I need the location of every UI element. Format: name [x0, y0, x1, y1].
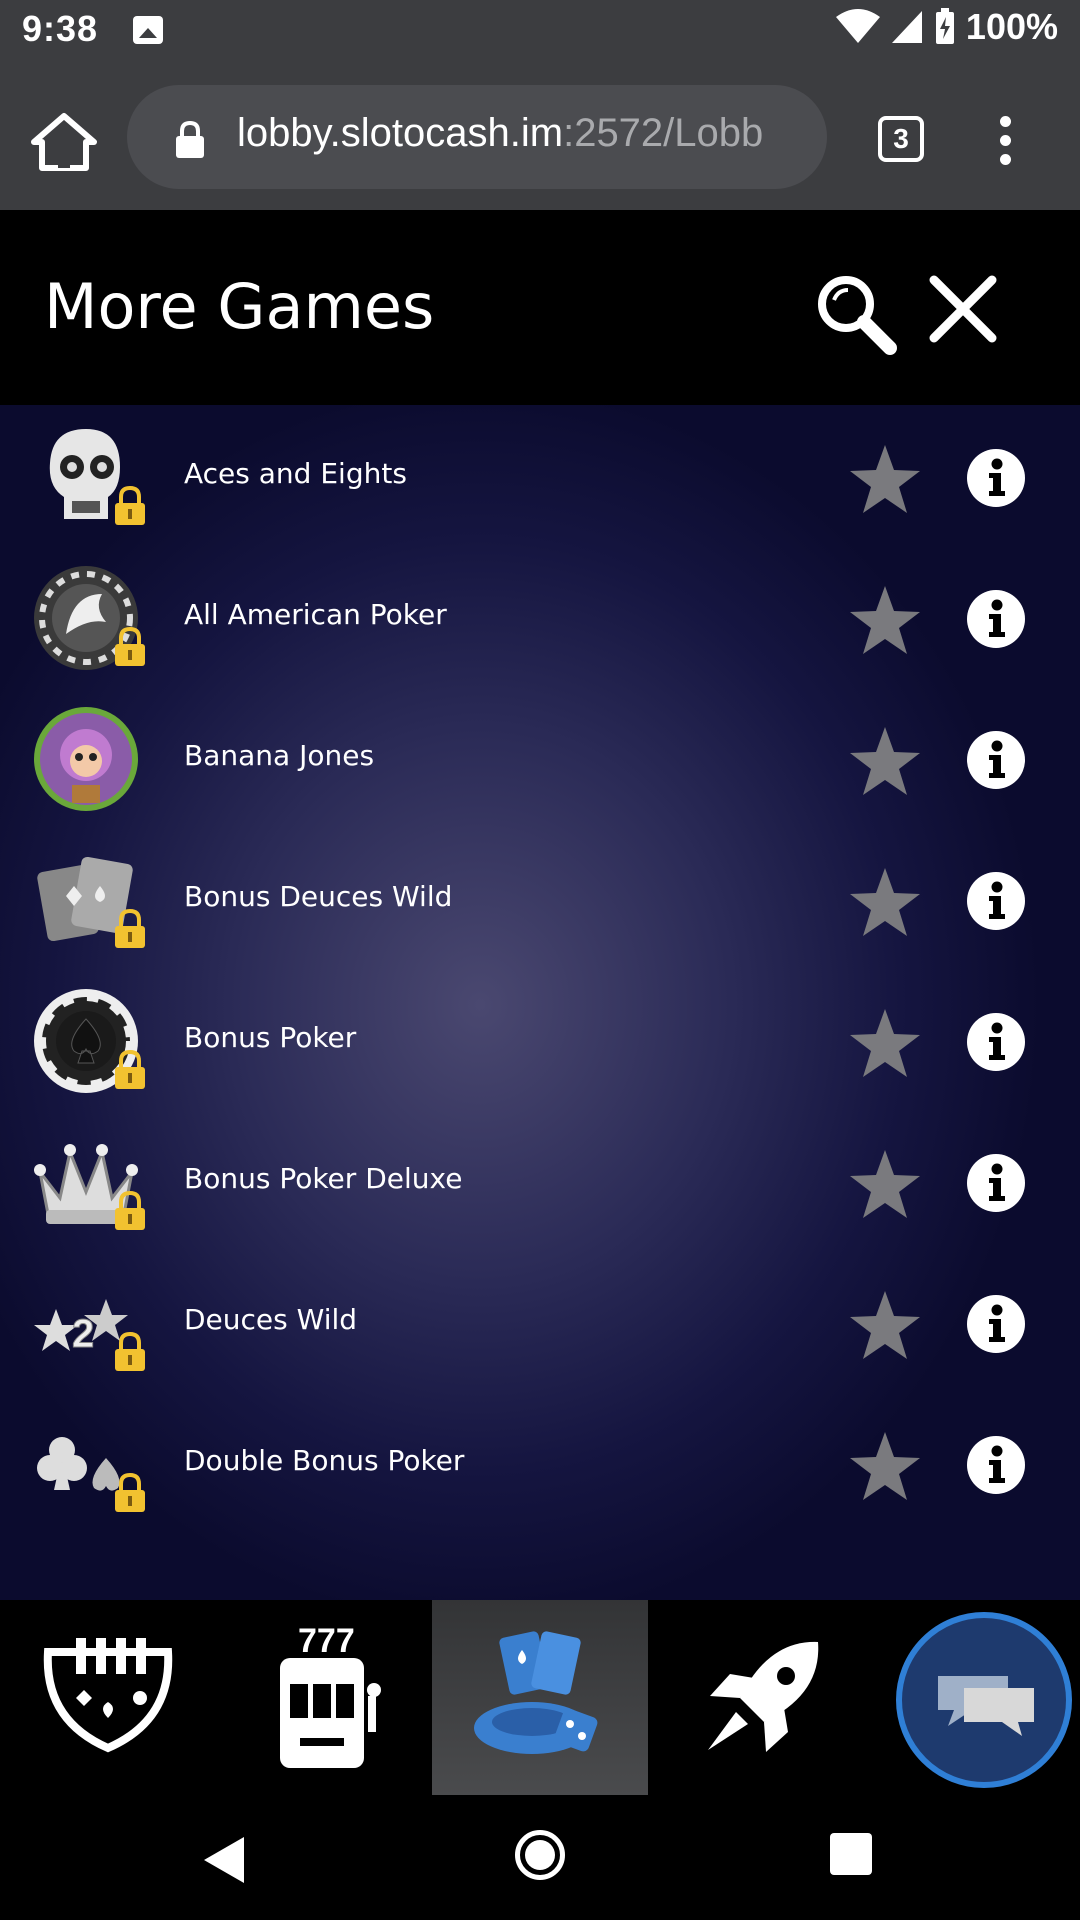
battery-charging-icon — [935, 8, 954, 44]
game-name: Banana Jones — [184, 739, 375, 772]
list-item[interactable]: Banana Jones — [0, 689, 1080, 830]
star-icon[interactable] — [848, 1007, 922, 1079]
star-icon[interactable] — [848, 584, 922, 656]
home-circle-icon[interactable] — [515, 1830, 565, 1880]
lock-icon — [112, 626, 148, 668]
star-icon[interactable] — [848, 1148, 922, 1220]
svg-text:777: 777 — [298, 1622, 355, 1660]
nav-table-games[interactable] — [0, 1600, 216, 1795]
info-icon[interactable] — [967, 872, 1025, 930]
nav-specialty[interactable] — [432, 1600, 648, 1795]
page-title: More Games — [44, 270, 435, 343]
lock-icon — [112, 1049, 148, 1091]
nav-slots[interactable]: 777 — [216, 1600, 432, 1795]
info-icon[interactable] — [967, 1436, 1025, 1494]
list-item[interactable]: All American Poker — [0, 548, 1080, 689]
home-icon[interactable] — [30, 112, 98, 172]
url-path: :2572/Lobb — [563, 111, 764, 155]
star-icon[interactable] — [848, 866, 922, 938]
close-icon[interactable] — [928, 274, 998, 344]
nav-rocket[interactable] — [648, 1600, 864, 1795]
game-name: Deuces Wild — [184, 1303, 358, 1336]
battery-percent: 100% — [965, 6, 1058, 47]
chat-icon — [938, 1676, 1034, 1736]
android-nav-bar — [0, 1795, 1080, 1920]
game-name: Bonus Deuces Wild — [184, 880, 453, 913]
star-icon[interactable] — [848, 443, 922, 515]
list-item[interactable]: Aces and Eights — [0, 407, 1080, 548]
list-item[interactable]: Bonus Deuces Wild — [0, 830, 1080, 971]
wifi-icon — [835, 9, 880, 43]
monkey-icon — [32, 705, 140, 813]
browser-toolbar: lobby.slotocash.im:2572/Lobb 3 — [0, 60, 1080, 210]
slot-machine-icon: 777 — [280, 1622, 381, 1768]
page-header: More Games — [0, 210, 1080, 405]
list-item[interactable]: Bonus Poker Deluxe — [0, 1112, 1080, 1253]
status-right: 100% — [835, 6, 1058, 48]
info-icon[interactable] — [967, 731, 1025, 789]
url-text: lobby.slotocash.im:2572/Lobb — [237, 111, 797, 156]
recents-icon[interactable] — [830, 1833, 872, 1875]
info-icon[interactable] — [967, 590, 1025, 648]
status-time: 9:38 — [22, 8, 99, 49]
game-name: Bonus Poker Deluxe — [184, 1162, 463, 1195]
info-icon[interactable] — [967, 449, 1025, 507]
game-list: Aces and Eights All American Poker Banana … — [0, 405, 1080, 1600]
rocket-icon — [708, 1641, 819, 1752]
url-bar[interactable]: lobby.slotocash.im:2572/Lobb — [127, 85, 827, 189]
info-icon[interactable] — [967, 1013, 1025, 1071]
star-icon[interactable] — [848, 1430, 922, 1502]
lock-icon — [112, 1472, 148, 1514]
game-name: Double Bonus Poker — [184, 1444, 465, 1477]
game-name: Bonus Poker — [184, 1021, 357, 1054]
lock-icon — [112, 485, 148, 527]
url-host: lobby.slotocash.im — [237, 111, 564, 155]
lock-icon — [176, 121, 204, 158]
info-icon[interactable] — [967, 1295, 1025, 1353]
image-icon — [133, 16, 163, 44]
more-vert-icon[interactable] — [995, 112, 1015, 172]
table-games-icon — [43, 1638, 173, 1753]
bottom-nav: 777 — [0, 1600, 1080, 1795]
svg-text:2: 2 — [72, 1312, 94, 1356]
tabs-icon[interactable]: 3 — [878, 116, 924, 162]
back-icon[interactable] — [200, 1835, 248, 1885]
list-item[interactable]: 2 Deuces Wild — [0, 1253, 1080, 1394]
status-bar: 9:38 100% — [0, 0, 1080, 60]
list-item[interactable]: Double Bonus Poker — [0, 1394, 1080, 1535]
search-icon[interactable] — [812, 270, 897, 355]
star-icon[interactable] — [848, 1289, 922, 1361]
star-icon[interactable] — [848, 725, 922, 797]
specialty-games-icon — [474, 1631, 598, 1754]
chat-button[interactable] — [896, 1612, 1072, 1788]
lock-icon — [112, 908, 148, 950]
signal-icon — [891, 11, 922, 43]
list-item[interactable]: Bonus Poker — [0, 971, 1080, 1112]
game-name: All American Poker — [184, 598, 447, 631]
game-name: Aces and Eights — [184, 457, 407, 490]
info-icon[interactable] — [967, 1154, 1025, 1212]
lock-icon — [112, 1190, 148, 1232]
lock-icon — [112, 1331, 148, 1373]
app-root: 9:38 100% lobby.slotocash.im:2572/Lobb 3… — [0, 0, 1080, 1920]
